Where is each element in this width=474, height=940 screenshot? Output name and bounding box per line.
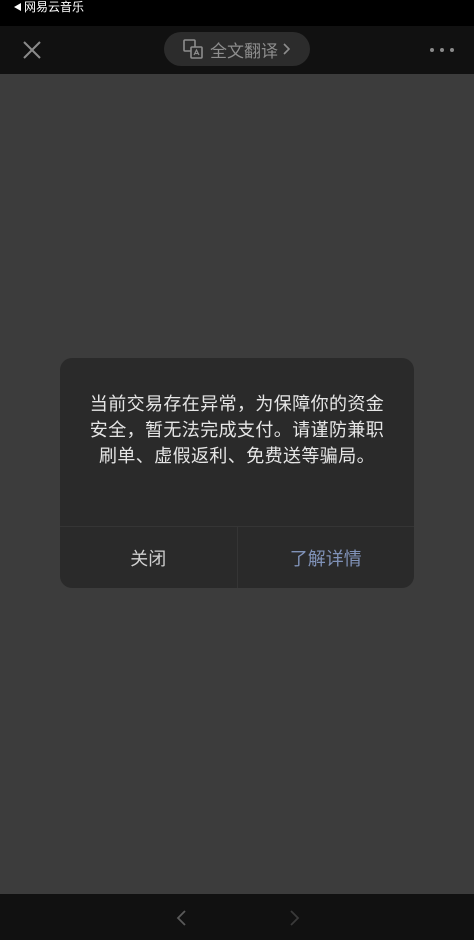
status-bar: 网易云音乐	[0, 0, 474, 26]
more-button[interactable]	[430, 38, 454, 62]
chevron-left-icon	[176, 910, 186, 926]
dialog-actions: 关闭 了解详情	[60, 526, 414, 588]
more-dots-icon	[430, 48, 434, 52]
dialog-learn-more-button[interactable]: 了解详情	[238, 527, 415, 588]
translate-icon	[182, 38, 204, 60]
more-dots-icon	[440, 48, 444, 52]
chevron-right-icon	[290, 910, 300, 926]
top-bar: 全文翻译	[0, 26, 474, 74]
dialog-message: 当前交易存在异常，为保障你的资金安全，暂无法完成支付。请谨防兼职刷单、虚假返利、…	[89, 394, 385, 467]
translate-label: 全文翻译	[210, 41, 278, 62]
bottom-nav-bar	[0, 894, 474, 940]
payment-alert-dialog: 当前交易存在异常，为保障你的资金安全，暂无法完成支付。请谨防兼职刷单、虚假返利、…	[60, 358, 414, 588]
close-button[interactable]	[18, 36, 46, 64]
back-app-label[interactable]: 网易云音乐	[24, 1, 84, 13]
back-triangle-icon[interactable]	[14, 3, 21, 11]
dialog-close-button[interactable]: 关闭	[60, 527, 238, 588]
nav-back-button[interactable]	[172, 908, 192, 928]
more-dots-icon	[450, 48, 454, 52]
nav-forward-button[interactable]	[284, 908, 304, 928]
chevron-right-icon	[282, 42, 292, 56]
translate-button[interactable]: 全文翻译	[164, 32, 310, 66]
close-icon	[23, 41, 41, 59]
